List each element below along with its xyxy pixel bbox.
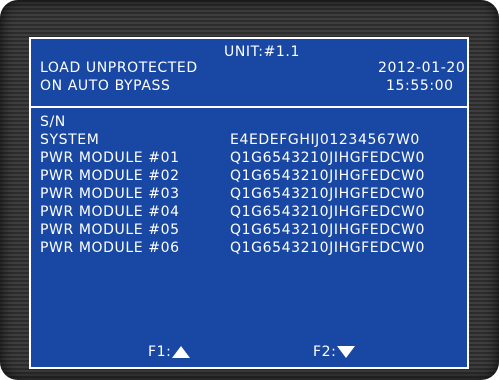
row-serial-value: Q1G6543210JIHGFEDCW0 — [230, 222, 425, 238]
f1-scroll-up-key[interactable]: F1: — [148, 343, 191, 361]
row-serial-value: E4EDEFGHIJ01234567W0 — [230, 132, 420, 148]
header-divider — [31, 106, 467, 108]
row-serial-value: Q1G6543210JIHGFEDCW0 — [230, 150, 425, 166]
f1-label: F1: — [148, 344, 172, 360]
up-arrow-icon — [172, 346, 191, 358]
row-serial-value: Q1G6543210JIHGFEDCW0 — [230, 204, 425, 220]
row-serial-value: Q1G6543210JIHGFEDCW0 — [230, 240, 425, 256]
serial-row-system: SYSTEM E4EDEFGHIJ01234567W0 — [40, 131, 460, 149]
serial-row-module-06: PWR MODULE #06 Q1G6543210JIHGFEDCW0 — [40, 239, 460, 257]
f2-scroll-down-key[interactable]: F2: — [313, 343, 356, 361]
date-readout: 2012-01-20 — [378, 60, 466, 76]
down-arrow-icon — [337, 346, 356, 358]
row-serial-value: Q1G6543210JIHGFEDCW0 — [230, 168, 425, 184]
unit-id: UNIT:#1.1 — [224, 44, 300, 60]
f2-label: F2: — [313, 344, 337, 360]
time-readout: 15:55:00 — [386, 78, 454, 94]
row-serial-value: Q1G6543210JIHGFEDCW0 — [230, 186, 425, 202]
row-label: PWR MODULE #04 — [40, 204, 180, 220]
serial-row-module-02: PWR MODULE #02 Q1G6543210JIHGFEDCW0 — [40, 167, 460, 185]
row-label: PWR MODULE #01 — [40, 150, 180, 166]
serial-number-heading: S/N — [40, 114, 66, 130]
row-label: PWR MODULE #03 — [40, 186, 180, 202]
alarm-status-line-1: LOAD UNPROTECTED — [40, 60, 198, 76]
serial-row-module-03: PWR MODULE #03 Q1G6543210JIHGFEDCW0 — [40, 185, 460, 203]
alarm-status-line-2: ON AUTO BYPASS — [40, 78, 171, 94]
row-label: PWR MODULE #06 — [40, 240, 180, 256]
row-label: PWR MODULE #02 — [40, 168, 180, 184]
row-label: SYSTEM — [40, 132, 100, 148]
serial-row-module-04: PWR MODULE #04 Q1G6543210JIHGFEDCW0 — [40, 203, 460, 221]
row-label: PWR MODULE #05 — [40, 222, 180, 238]
serial-row-module-05: PWR MODULE #05 Q1G6543210JIHGFEDCW0 — [40, 221, 460, 239]
serial-row-module-01: PWR MODULE #01 Q1G6543210JIHGFEDCW0 — [40, 149, 460, 167]
lcd-screen: UNIT:#1.1 LOAD UNPROTECTED ON AUTO BYPAS… — [29, 37, 469, 369]
